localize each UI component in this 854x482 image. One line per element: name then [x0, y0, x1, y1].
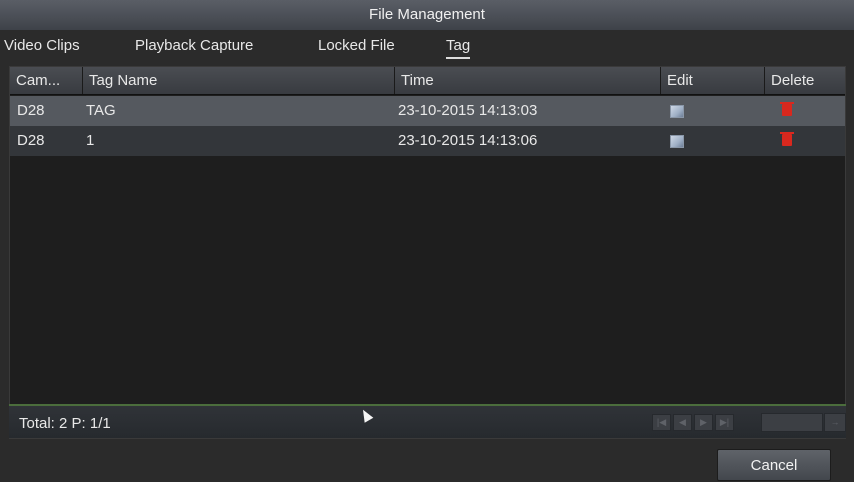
tag-name-cell: TAG — [86, 102, 116, 119]
tag-name-cell: 1 — [86, 132, 95, 149]
next-page-icon[interactable]: ▶ — [694, 414, 713, 431]
column-header-delete: Delete — [771, 72, 815, 89]
time-cell: 23-10-2015 14:13:06 — [398, 132, 538, 149]
column-header-edit: Edit — [661, 67, 765, 94]
prev-page-icon[interactable]: ◀ — [673, 414, 692, 431]
camera-cell: D28 — [17, 132, 45, 149]
table-header: Cam... Tag Name Time Edit Delete — [10, 67, 845, 95]
tab-playback-capture[interactable]: Playback Capture — [135, 37, 253, 57]
first-page-icon[interactable]: |◀ — [652, 414, 671, 431]
edit-icon[interactable] — [670, 135, 684, 148]
camera-cell: D28 — [17, 102, 45, 119]
tag-table: Cam... Tag Name Time Edit Delete D28 TAG… — [9, 66, 846, 439]
column-header-time[interactable]: Time — [395, 67, 661, 94]
table-row[interactable]: D28 1 23-10-2015 14:13:06 — [10, 126, 845, 156]
tab-tag[interactable]: Tag — [446, 37, 471, 59]
table-footer: Total: 2 P: 1/1 |◀ ◀ ▶ ▶| → — [9, 404, 846, 438]
column-header-tag-name[interactable]: Tag Name — [83, 67, 395, 94]
time-cell: 23-10-2015 14:13:03 — [398, 102, 538, 119]
cancel-button[interactable]: Cancel — [717, 449, 831, 481]
tab-video-clips[interactable]: Video Clips — [4, 37, 80, 57]
column-header-camera[interactable]: Cam... — [10, 67, 83, 94]
tab-bar: Video Clips Playback Capture Locked File… — [0, 30, 854, 64]
delete-icon[interactable] — [780, 132, 794, 146]
edit-icon[interactable] — [670, 105, 684, 118]
table-row[interactable]: D28 TAG 23-10-2015 14:13:03 — [10, 96, 845, 126]
tab-locked-file[interactable]: Locked File — [318, 37, 395, 57]
window-title: File Management — [0, 0, 854, 31]
last-page-icon[interactable]: ▶| — [715, 414, 734, 431]
page-number-input[interactable] — [761, 413, 823, 432]
delete-icon[interactable] — [780, 102, 794, 116]
total-count: Total: 2 P: 1/1 — [19, 415, 111, 432]
go-icon[interactable]: → — [824, 413, 846, 432]
